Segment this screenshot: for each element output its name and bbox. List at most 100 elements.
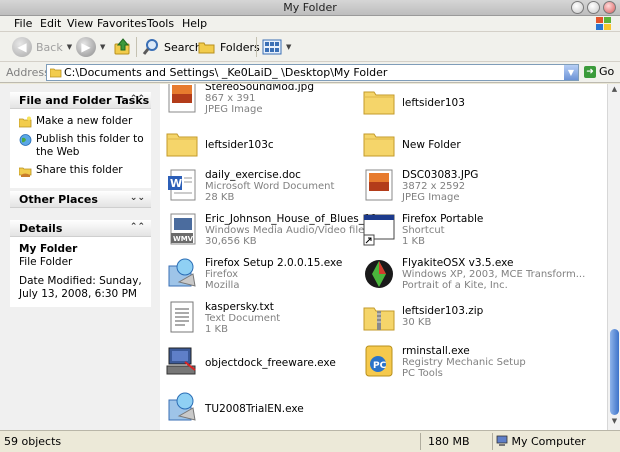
menu-help[interactable]: Help — [182, 17, 207, 30]
go-arrow-icon: ➜ — [584, 65, 596, 78]
forward-arrow-icon: ▶ — [76, 37, 96, 57]
jpeg-icon — [365, 169, 393, 201]
list-item[interactable]: PC rminstall.exe Registry Mechanic Setup P… — [362, 344, 562, 380]
search-icon — [142, 39, 158, 55]
expand-chevron-icon[interactable]: ⌄⌄ — [130, 193, 145, 203]
search-button[interactable]: Search — [142, 36, 202, 58]
address-bar: Address C:\Documents and Settings\ _Ke0L… — [0, 62, 620, 83]
shortcut-icon — [363, 214, 395, 246]
new-folder-icon — [19, 116, 32, 128]
scroll-down-icon[interactable]: ▼ — [608, 417, 620, 429]
my-computer-icon — [496, 435, 508, 446]
list-item[interactable]: WMV Eric_Johnson_House_of_Blues_11_... Wi… — [165, 212, 393, 248]
computer-installer-icon — [166, 347, 196, 375]
minimize-button[interactable] — [571, 1, 584, 14]
list-item[interactable]: DSC03083.JPG 3872 x 2592 JPEG Image — [362, 168, 562, 204]
window-title: My Folder — [283, 1, 337, 14]
scroll-thumb[interactable] — [610, 329, 619, 415]
list-item[interactable]: New Folder — [362, 126, 562, 162]
zip-folder-icon — [363, 307, 395, 331]
toolbar: ◀ Back ▼ ▶ ▼ Search Folders ▼ — [0, 31, 620, 62]
list-item[interactable]: W daily_exercise.doc Microsoft Word Docum… — [165, 168, 365, 204]
list-item[interactable]: FlyakiteOSX v3.5.exe Windows XP, 2003, MC… — [362, 256, 585, 292]
back-button[interactable]: ◀ Back ▼ — [12, 36, 72, 58]
pc-tools-icon: PC — [365, 345, 393, 377]
task-make-new-folder[interactable]: Make a new folder — [19, 115, 145, 128]
folder-icon — [363, 91, 395, 115]
back-dropdown-icon[interactable]: ▼ — [67, 43, 72, 51]
details-panel: Details ⌃⌃ My Folder File Folder Date Mo… — [10, 220, 151, 307]
list-item[interactable]: leftsider103c — [165, 126, 365, 162]
svg-text:WMV: WMV — [173, 235, 194, 243]
vertical-scrollbar[interactable]: ▲ ▼ — [607, 84, 620, 430]
list-item[interactable]: Firefox Portable Shortcut 1 KB — [362, 212, 562, 248]
other-places-panel: Other Places ⌄⌄ — [10, 191, 151, 208]
wmv-icon: WMV — [170, 213, 196, 245]
folder-icon — [363, 133, 395, 157]
details-name: My Folder — [19, 243, 78, 255]
back-arrow-icon: ◀ — [12, 37, 32, 57]
address-label: Address — [6, 66, 50, 79]
address-path: C:\Documents and Settings\ _Ke0LaiD_ \De… — [64, 66, 388, 79]
close-button[interactable] — [603, 1, 616, 14]
views-button[interactable]: ▼ — [262, 36, 291, 58]
file-list[interactable]: StereoSoundMod.jpg 867 x 391 JPEG Image le… — [160, 84, 607, 430]
jpeg-icon — [168, 84, 196, 113]
folder-icon — [166, 133, 198, 157]
details-type: File Folder — [19, 256, 73, 268]
flyakite-icon — [365, 260, 393, 288]
globe-icon — [19, 134, 32, 146]
list-item[interactable]: TU2008TrialEN.exe — [165, 390, 365, 426]
menu-bar: File Edit View Favorites Tools Help — [0, 16, 620, 31]
text-doc-icon — [170, 301, 194, 333]
menu-file[interactable]: File — [14, 17, 32, 30]
word-doc-icon: W — [168, 169, 196, 201]
window-controls — [571, 1, 616, 14]
folders-button[interactable]: Folders — [198, 36, 260, 58]
status-location: My Computer — [496, 435, 586, 448]
details-modified: Date Modified: Sunday, July 13, 2008, 6:… — [19, 275, 142, 300]
menu-tools[interactable]: Tools — [147, 17, 174, 30]
up-folder-icon — [114, 38, 130, 55]
task-pane: File and Folder Tasks ⌃⌃ Make a new fold… — [0, 84, 160, 430]
list-item[interactable]: objectdock_freeware.exe — [165, 344, 365, 380]
up-folder-button[interactable] — [114, 36, 132, 58]
folders-icon — [198, 42, 215, 54]
address-input[interactable]: C:\Documents and Settings\ _Ke0LaiD_ \De… — [46, 64, 579, 81]
file-folder-tasks-panel: File and Folder Tasks ⌃⌃ Make a new fold… — [10, 92, 151, 188]
folder-icon — [50, 68, 62, 78]
task-publish-web[interactable]: Publish this folder to the Web — [19, 133, 145, 159]
svg-text:W: W — [170, 177, 182, 190]
status-bar: 59 objects 180 MB My Computer — [0, 430, 620, 452]
installer-icon — [168, 258, 196, 287]
forward-button[interactable]: ▶ ▼ — [76, 36, 105, 58]
panel-header[interactable]: Details ⌃⌃ — [10, 220, 151, 237]
list-item[interactable]: StereoSoundMod.jpg 867 x 391 JPEG Image — [165, 84, 365, 116]
status-size: 180 MB — [428, 435, 470, 448]
menu-favorites[interactable]: Favorites — [97, 17, 147, 30]
collapse-chevron-icon[interactable]: ⌃⌃ — [130, 94, 145, 104]
menu-view[interactable]: View — [67, 17, 93, 30]
panel-header[interactable]: File and Folder Tasks ⌃⌃ — [10, 92, 151, 109]
menu-edit[interactable]: Edit — [40, 17, 61, 30]
maximize-button[interactable] — [587, 1, 600, 14]
views-dropdown-icon: ▼ — [286, 43, 292, 51]
views-icon — [262, 39, 282, 55]
installer-icon — [168, 392, 196, 421]
list-item[interactable]: kaspersky.txt Text Document 1 KB — [165, 300, 365, 336]
collapse-chevron-icon[interactable]: ⌃⌃ — [130, 222, 145, 232]
forward-dropdown-icon[interactable]: ▼ — [100, 43, 105, 51]
go-button[interactable]: ➜ Go — [584, 65, 614, 78]
title-bar: My Folder — [0, 0, 620, 16]
task-share-folder[interactable]: Share this folder — [19, 164, 145, 177]
status-object-count: 59 objects — [4, 435, 62, 448]
windows-logo-icon — [594, 16, 616, 31]
svg-text:PC: PC — [373, 361, 387, 371]
address-dropdown-icon[interactable]: ▼ — [564, 65, 578, 80]
list-item[interactable]: leftsider103 — [362, 84, 562, 120]
scroll-up-icon[interactable]: ▲ — [608, 85, 620, 97]
list-item[interactable]: Firefox Setup 2.0.0.15.exe Firefox Mozilla — [165, 256, 365, 292]
share-folder-icon — [19, 167, 32, 177]
list-item[interactable]: leftsider103.zip 30 KB — [362, 300, 562, 336]
panel-header[interactable]: Other Places ⌄⌄ — [10, 191, 151, 208]
